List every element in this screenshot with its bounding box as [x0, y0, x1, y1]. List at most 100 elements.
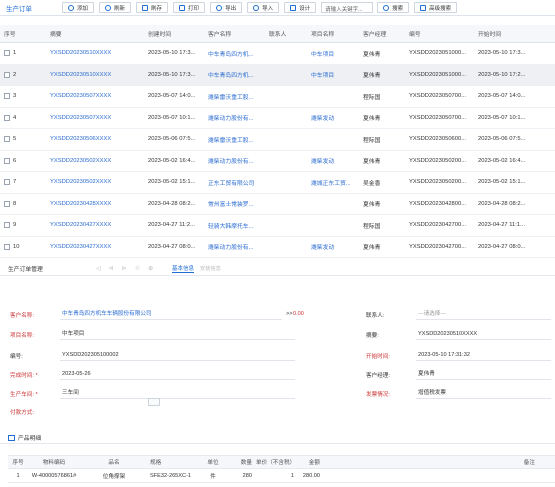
row-project[interactable]: 中车项目: [307, 49, 359, 58]
header-no[interactable]: 序号: [0, 29, 46, 38]
row-project[interactable]: 潍城正东工贸...: [307, 178, 359, 187]
tab-install-info[interactable]: 安装信息: [200, 265, 221, 272]
table-row[interactable]: 10 YXSDD20230427XXXX 2023-04-27 08:0... 潍柴动…: [0, 237, 555, 258]
invoice-field[interactable]: 增值税发票: [416, 388, 551, 399]
next-record-icon[interactable]: ⊳: [122, 265, 127, 272]
row-checkbox[interactable]: [4, 114, 10, 121]
header-code[interactable]: 编号: [405, 29, 474, 38]
row-customer[interactable]: 常州富士常装罗...: [204, 199, 265, 208]
attach-icon[interactable]: ⊕: [148, 265, 153, 272]
row-customer[interactable]: 潍柴动力股份有...: [204, 156, 265, 165]
row-checkbox[interactable]: [4, 243, 10, 250]
row-start: 2023-05-06 07:5...: [478, 136, 526, 143]
table-row[interactable]: 4 YXSDD20230507XXXX 2023-05-07 10:1... 潍柴动力…: [0, 108, 555, 129]
product-row[interactable]: 1 W-40000576861# 位角撑架 SFE32-265XC-1 件 28…: [8, 469, 555, 483]
row-customer[interactable]: 潍柴动力股份有...: [204, 113, 265, 122]
advanced-search-button[interactable]: 高级搜索: [414, 2, 458, 13]
row-summary[interactable]: YXSDD20230502XXXX: [46, 158, 144, 164]
row-summary[interactable]: YXSDD20230502XXXX: [46, 179, 144, 185]
header-contact[interactable]: 联系人: [265, 29, 307, 38]
table-row[interactable]: 6 YXSDD20230502XXXX 2023-05-02 16:4... 潍柴动力…: [0, 151, 555, 172]
row-project[interactable]: 潍柴发动: [307, 156, 359, 165]
design-button[interactable]: 设计: [284, 2, 317, 13]
code-field[interactable]: YXSDD202305100002: [60, 350, 295, 361]
header-created[interactable]: 创建时间: [144, 29, 204, 38]
product-cell-unit[interactable]: 件: [198, 472, 228, 480]
header-project[interactable]: 项目名称: [307, 29, 359, 38]
row-checkbox[interactable]: [4, 136, 10, 143]
row-summary[interactable]: YXSDD20230428XXXX: [46, 201, 144, 207]
contact-select[interactable]: ---请选择---: [416, 309, 551, 320]
product-cell-qty[interactable]: 280: [228, 473, 254, 479]
row-checkbox[interactable]: [4, 222, 10, 229]
table-row[interactable]: 3 YXSDD20230507XXXX 2023-05-07 14:0... 潍柴雷沃…: [0, 86, 555, 108]
project-field[interactable]: 中车项目: [60, 329, 295, 340]
table-row[interactable]: 8 YXSDD20230428XXXX 2023-04-28 08:2... 常州富士…: [0, 194, 555, 215]
tab-basic-info[interactable]: 基本信息: [172, 264, 195, 273]
header-manager[interactable]: 客户经理: [359, 29, 405, 38]
row-customer[interactable]: 潍柴雷沃重工股...: [204, 92, 265, 101]
row-customer[interactable]: 中车青岛四方机...: [204, 70, 265, 79]
print-button[interactable]: 打印: [173, 2, 206, 13]
row-checkbox[interactable]: [4, 157, 10, 164]
row-manager: 程际国: [363, 223, 381, 230]
row-project[interactable]: 潍柴发动: [307, 242, 359, 251]
row-summary[interactable]: YXSDD20230427XXXX: [46, 222, 144, 228]
row-project[interactable]: 潍柴发动: [307, 113, 359, 122]
product-cell-spec[interactable]: SFE32-265XC-1: [148, 473, 198, 479]
workshop-field[interactable]: 三车间: [60, 388, 295, 399]
payment-field[interactable]: [60, 406, 295, 417]
prev-record-icon[interactable]: ⊲: [109, 265, 114, 272]
export-button[interactable]: 导出: [210, 2, 243, 13]
row-summary[interactable]: YXSDD20230510XXXX: [46, 50, 144, 56]
summary-field[interactable]: YXSDD20230510XXXX: [416, 329, 551, 340]
row-no: 5: [0, 136, 46, 143]
header-summary[interactable]: 摘要: [46, 29, 144, 38]
customer-field[interactable]: 中车青岛四方机车车辆股份有限公司: [60, 309, 282, 320]
header-start[interactable]: 开始时间: [474, 29, 555, 38]
detail-title: 生产订单管理: [8, 267, 43, 273]
finish-date-field[interactable]: 2023-05-26: [60, 369, 295, 380]
row-summary[interactable]: YXSDD20230427XXXX: [46, 244, 144, 250]
row-no: 8: [0, 200, 46, 207]
row-created: 2023-05-07 14:0...: [148, 93, 196, 100]
manager-field[interactable]: 夏伟青: [416, 369, 551, 380]
row-checkbox[interactable]: [4, 200, 10, 207]
row-customer[interactable]: 轻骑大韩摩托车...: [204, 221, 265, 230]
table-row[interactable]: 5 YXSDD20230506XXXX 2023-05-06 07:5... 潍柴雷沃…: [0, 129, 555, 151]
row-checkbox[interactable]: [4, 179, 10, 186]
start-field[interactable]: 2023-05-10 17:31:32: [416, 350, 551, 361]
search-button[interactable]: 搜索: [377, 2, 410, 13]
row-no: 4: [0, 114, 46, 121]
product-cell-name[interactable]: 位角撑架: [80, 472, 148, 480]
table-row[interactable]: 9 YXSDD20230427XXXX 2023-04-27 11:2... 轻骑大韩…: [0, 215, 555, 237]
row-summary[interactable]: YXSDD20230507XXXX: [46, 115, 144, 121]
row-summary[interactable]: YXSDD20230506XXXX: [46, 136, 144, 142]
import-button[interactable]: 导入: [247, 2, 280, 13]
refresh-button[interactable]: 刷新: [99, 2, 132, 13]
product-cell-price[interactable]: 1: [254, 473, 296, 479]
save-button[interactable]: 刷存: [136, 2, 169, 13]
row-checkbox[interactable]: [4, 50, 10, 57]
table-row[interactable]: 2 YXSDD20230510XXXX 2023-05-10 17:3... 中车青岛…: [0, 64, 555, 86]
row-checkbox[interactable]: [4, 93, 10, 100]
row-checkbox[interactable]: [4, 71, 10, 78]
row-no: 1: [0, 50, 46, 57]
print-record-icon[interactable]: ♲: [135, 265, 140, 272]
row-customer[interactable]: 中车青岛四方机...: [204, 49, 265, 58]
row-summary[interactable]: YXSDD20230507XXXX: [46, 93, 144, 99]
row-customer[interactable]: 潍柴动力股份有...: [204, 242, 265, 251]
row-project[interactable]: 中车项目: [307, 70, 359, 79]
row-summary[interactable]: YXSDD20230510XXXX: [46, 72, 144, 78]
product-cell-code[interactable]: W-40000576861#: [28, 473, 80, 479]
first-record-icon[interactable]: ◁: [96, 265, 101, 272]
row-customer[interactable]: 潍柴雷沃重工股...: [204, 135, 265, 144]
table-row[interactable]: 7 YXSDD20230502XXXX 2023-05-02 15:1... 正东工贸…: [0, 172, 555, 194]
payment-expand-button[interactable]: [148, 398, 160, 406]
search-input[interactable]: 请输入关键字...: [321, 2, 374, 13]
add-button[interactable]: 添加: [62, 2, 95, 13]
header-customer[interactable]: 客户名称: [204, 29, 265, 38]
invoice-label: 发票情况:: [366, 392, 390, 398]
row-customer[interactable]: 正东工贸有限公司: [204, 178, 265, 187]
table-row[interactable]: 1 YXSDD20230510XXXX 2023-05-10 17:3... 中车青岛…: [0, 43, 555, 65]
